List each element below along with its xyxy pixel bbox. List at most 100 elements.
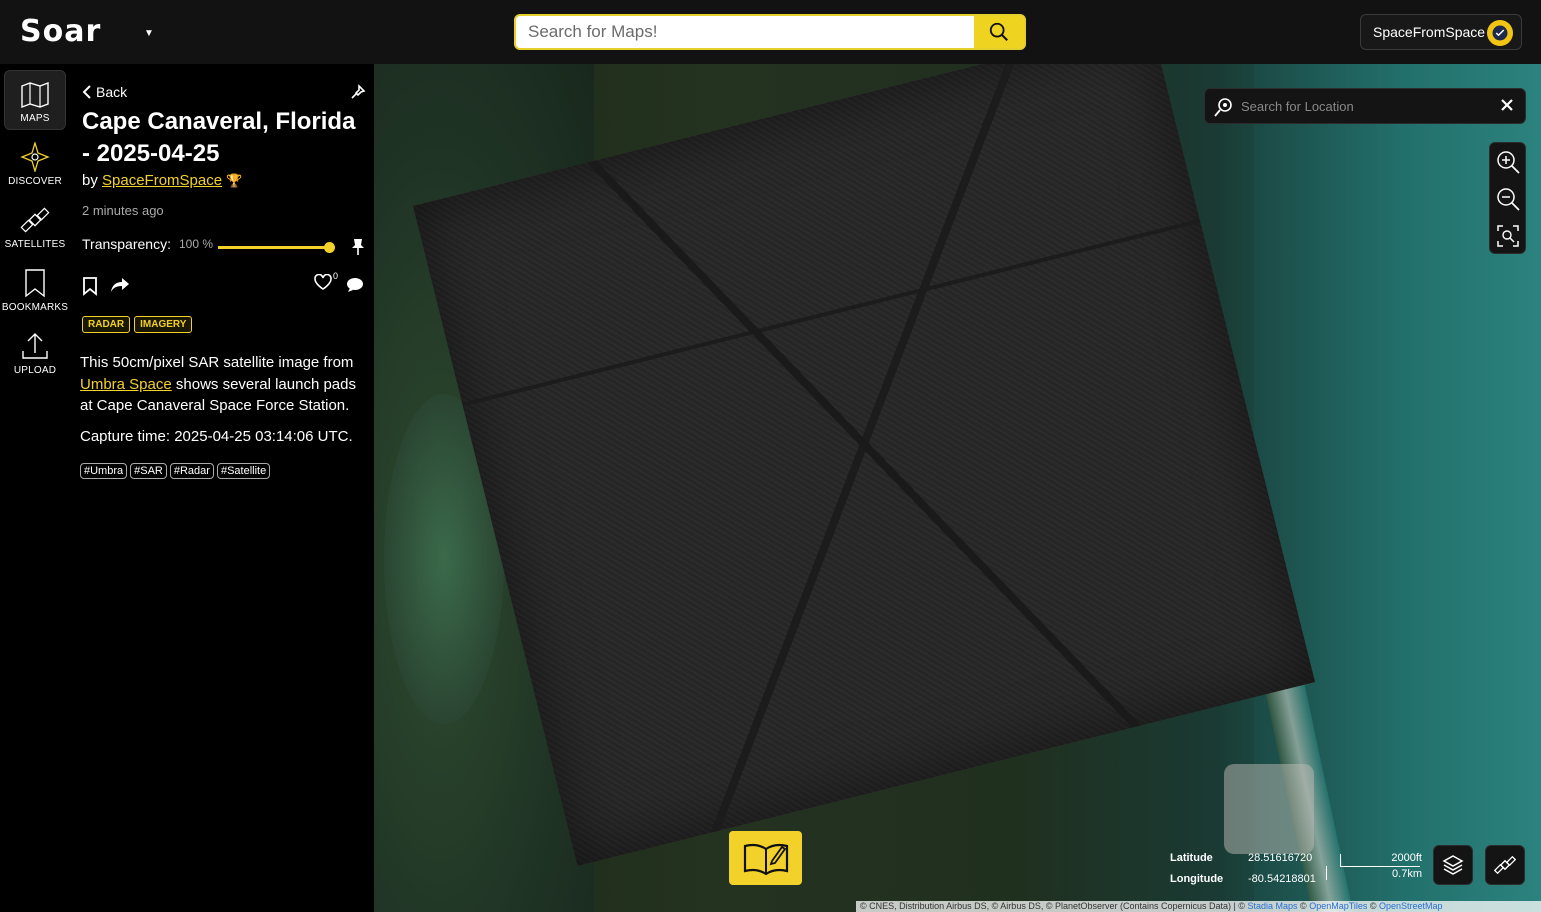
hashtag[interactable]: #Umbra — [80, 463, 128, 479]
upload-time: 2 minutes ago — [82, 203, 164, 218]
nav-discover[interactable]: DISCOVER — [4, 132, 66, 192]
nav-maps[interactable]: MAPS — [4, 70, 66, 130]
satellite-icon — [20, 207, 50, 233]
chevron-left-icon — [82, 85, 91, 99]
top-bar: Soar ▼ SpaceFromSpace — [0, 0, 1541, 64]
layers-button[interactable] — [1433, 845, 1473, 885]
by-prefix: by — [82, 172, 98, 189]
latitude-label: Latitude — [1170, 852, 1213, 864]
hashtag[interactable]: #Satellite — [216, 463, 271, 479]
map-search-bar[interactable] — [514, 14, 1026, 50]
hashtag[interactable]: #SAR — [130, 463, 167, 479]
latitude-value: 28.51616720 — [1248, 852, 1313, 864]
latitude-row: Latitude 28.51616720 — [1170, 848, 1316, 869]
category-tag[interactable]: IMAGERY — [134, 316, 193, 333]
scale-km: 0.7km — [1392, 868, 1422, 880]
attribution-link[interactable]: Stadia Maps — [1248, 901, 1298, 911]
search-icon — [989, 22, 1008, 41]
nav-label-maps: MAPS — [20, 113, 50, 124]
user-name: SpaceFromSpace — [1373, 24, 1486, 40]
left-actions — [82, 276, 130, 296]
hashtag-list: #Umbra #SAR #Radar #Satellite — [80, 463, 271, 479]
user-avatar — [1487, 20, 1513, 46]
nav-label-bookmarks: BOOKMARKS — [1, 302, 69, 313]
story-book-button[interactable] — [729, 831, 802, 885]
location-search-icon — [1214, 98, 1232, 117]
pin-icon — [352, 239, 364, 255]
author-link[interactable]: SpaceFromSpace — [102, 172, 222, 189]
book-icon — [743, 843, 788, 875]
nav-label-discover: DISCOVER — [8, 176, 62, 187]
umbra-link[interactable]: Umbra Space — [80, 376, 172, 393]
trophy-icon: 🏆 — [226, 173, 243, 188]
like-count: 0 — [333, 271, 339, 281]
scale-line — [1340, 866, 1420, 867]
map-scale: 2000ft 0.7km — [1326, 852, 1422, 880]
zoom-to-fit-icon[interactable] — [1495, 223, 1521, 249]
collapse-icon — [351, 84, 366, 99]
right-actions: 0 — [314, 271, 364, 295]
map-details-panel: Back Cape Canaveral, Florida - 2025-04-2… — [70, 64, 374, 912]
coordinates-readout: Latitude 28.51616720 Longitude -80.5421880… — [1170, 848, 1316, 890]
logo-dropdown-icon[interactable]: ▼ — [144, 28, 154, 39]
map-launch-pad — [1224, 764, 1314, 854]
location-search-bar[interactable] — [1204, 88, 1526, 124]
scale-ft: 2000ft — [1391, 852, 1422, 864]
verified-icon — [1492, 25, 1508, 41]
attribution-link[interactable]: OpenMapTiles — [1309, 901, 1367, 911]
zoom-in-icon[interactable] — [1495, 149, 1521, 175]
back-label: Back — [96, 84, 128, 100]
zoom-controls — [1489, 142, 1526, 254]
transparency-row: Transparency: 100 % — [82, 236, 213, 252]
sar-image-overlay[interactable] — [413, 64, 1315, 866]
zoom-out-icon[interactable] — [1495, 186, 1521, 212]
satellite-view-button[interactable] — [1485, 845, 1525, 885]
scale-tick — [1326, 866, 1327, 880]
transparency-slider[interactable] — [218, 242, 335, 253]
transparency-label: Transparency: — [82, 236, 171, 252]
longitude-value: -80.54218801 — [1248, 873, 1316, 885]
longitude-label: Longitude — [1170, 873, 1224, 885]
nav-satellites[interactable]: SATELLITES — [4, 195, 66, 255]
search-button[interactable] — [974, 16, 1024, 48]
map-attribution: © CNES, Distribution Airbus DS, © Airbus… — [856, 901, 1541, 912]
share-icon[interactable] — [110, 276, 130, 294]
left-nav: MAPS DISCOVER SATELLITES BOOKMARKS UPLOA… — [0, 64, 70, 912]
category-tags: RADAR IMAGERY — [82, 316, 193, 333]
like-button[interactable]: 0 — [314, 271, 338, 295]
nav-label-satellites: SATELLITES — [4, 239, 66, 250]
soar-logo[interactable]: Soar — [20, 14, 101, 49]
description-text: This 50cm/pixel SAR satellite image from — [80, 354, 354, 371]
map-title: Cape Canaveral, Florida - 2025-04-25 — [82, 108, 356, 167]
map-canvas[interactable] — [374, 64, 1541, 912]
close-icon[interactable] — [1499, 97, 1515, 113]
back-button[interactable]: Back — [82, 84, 127, 100]
layers-icon — [1442, 855, 1464, 875]
bookmark-icon — [25, 269, 45, 298]
heart-icon — [314, 273, 332, 290]
slider-handle[interactable] — [324, 242, 335, 253]
category-tag[interactable]: RADAR — [82, 316, 131, 333]
pin-button[interactable] — [351, 238, 365, 261]
attribution-link[interactable]: OpenStreetMap — [1379, 901, 1443, 911]
satellite-icon — [1494, 855, 1516, 875]
location-search-input[interactable] — [1241, 89, 1491, 123]
bookmark-icon[interactable] — [82, 276, 98, 296]
nav-label-upload: UPLOAD — [13, 365, 57, 376]
hashtag[interactable]: #Radar — [169, 463, 214, 479]
nav-upload[interactable]: UPLOAD — [4, 321, 66, 381]
author-line: by SpaceFromSpace 🏆 — [82, 172, 242, 189]
description: This 50cm/pixel SAR satellite image from… — [80, 352, 370, 417]
map-search-input[interactable] — [528, 16, 968, 48]
transparency-value: 100 % — [178, 237, 213, 251]
nav-bookmarks[interactable]: BOOKMARKS — [1, 258, 69, 318]
comment-icon[interactable] — [346, 277, 364, 293]
collapse-button[interactable] — [350, 84, 366, 105]
upload-icon — [22, 333, 48, 359]
attribution-text: © CNES, Distribution Airbus DS, © Airbus… — [860, 901, 1248, 911]
longitude-row: Longitude -80.54218801 — [1170, 869, 1316, 890]
app-root: Soar ▼ SpaceFromSpace MAPS DISCOVER SATE… — [0, 0, 1541, 912]
map-icon — [21, 81, 49, 109]
discover-icon — [20, 142, 50, 172]
user-profile-button[interactable]: SpaceFromSpace — [1360, 14, 1522, 50]
